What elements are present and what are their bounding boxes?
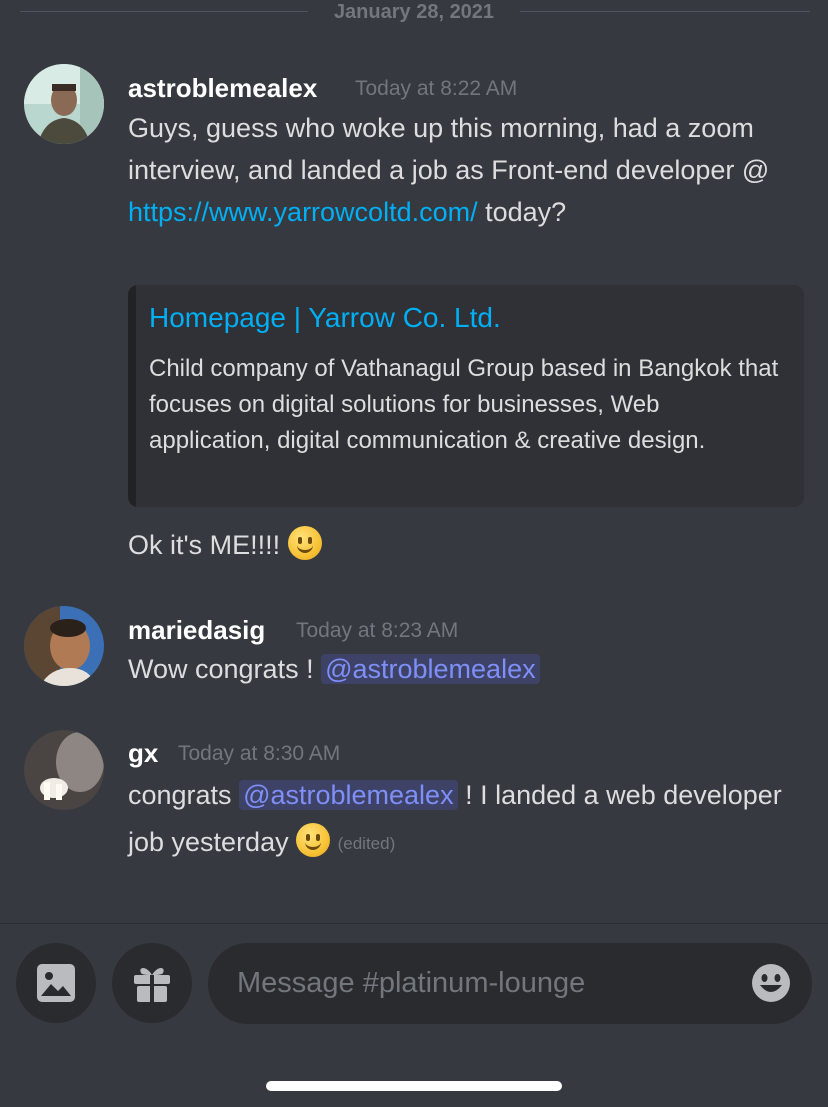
attach-image-button[interactable] [16,943,96,1023]
user-mention[interactable]: @astroblemealex [321,654,540,684]
message-content: Ok it's ME!!!! [128,524,788,566]
message-text: Guys, guess who woke up this morning, ha… [128,113,770,185]
slight-smile-emoji-icon [287,526,322,560]
message-link[interactable]: https://www.yarrowcoltd.com/ [128,197,478,227]
message-composer: Message #platinum-lounge [0,923,828,1107]
message-text: Wow congrats ! [128,654,322,684]
message-input[interactable]: Message #platinum-lounge [208,943,812,1024]
message-content: Guys, guess who woke up this morning, ha… [128,107,788,233]
embed-accent-bar [128,285,136,507]
avatar[interactable] [24,64,104,144]
message-group: mariedasig Today at 8:23 AM Wow congrats… [0,600,828,710]
avatar-photo [24,730,104,810]
image-icon [37,964,75,1002]
message-text: today? [477,197,567,227]
embed-title[interactable]: Homepage | Yarrow Co. Ltd. [149,299,501,337]
gift-button[interactable] [112,943,192,1023]
message-group: astroblemealex Today at 8:22 AM Guys, gu… [0,0,828,580]
slight-smile-emoji-icon [296,823,331,857]
user-mention[interactable]: @astroblemealex [239,780,458,810]
link-embed: Homepage | Yarrow Co. Ltd. Child company… [128,285,804,507]
avatar-photo [24,606,104,686]
avatar[interactable] [24,730,104,810]
message-text: congrats [128,780,240,810]
message-content: congrats @astroblemealex ! I landed a we… [128,772,788,867]
chat-screen: January 28, 2021 astroblemealex Today at… [0,0,828,1107]
gift-icon [134,968,170,1002]
author-name[interactable]: gx [128,737,158,769]
message-timestamp: Today at 8:30 AM [178,742,341,765]
home-indicator[interactable] [266,1081,562,1091]
author-name[interactable]: astroblemealex [128,72,317,104]
emoji-icon[interactable] [751,963,791,1003]
author-name[interactable]: mariedasig [128,614,265,646]
message-timestamp: Today at 8:22 AM [355,77,518,100]
embed-description: Child company of Vathanagul Group based … [149,355,779,454]
avatar-photo [24,64,104,144]
avatar[interactable] [24,606,104,686]
message-input-placeholder: Message #platinum-lounge [237,967,586,999]
message-text: Ok it's ME!!!! [128,530,288,560]
message-content: Wow congrats ! @astroblemealex [128,648,788,690]
message-timestamp: Today at 8:23 AM [296,619,459,642]
edited-label: (edited) [337,834,396,853]
message-group: gx Today at 8:30 AM congrats @astrobleme… [0,724,828,874]
